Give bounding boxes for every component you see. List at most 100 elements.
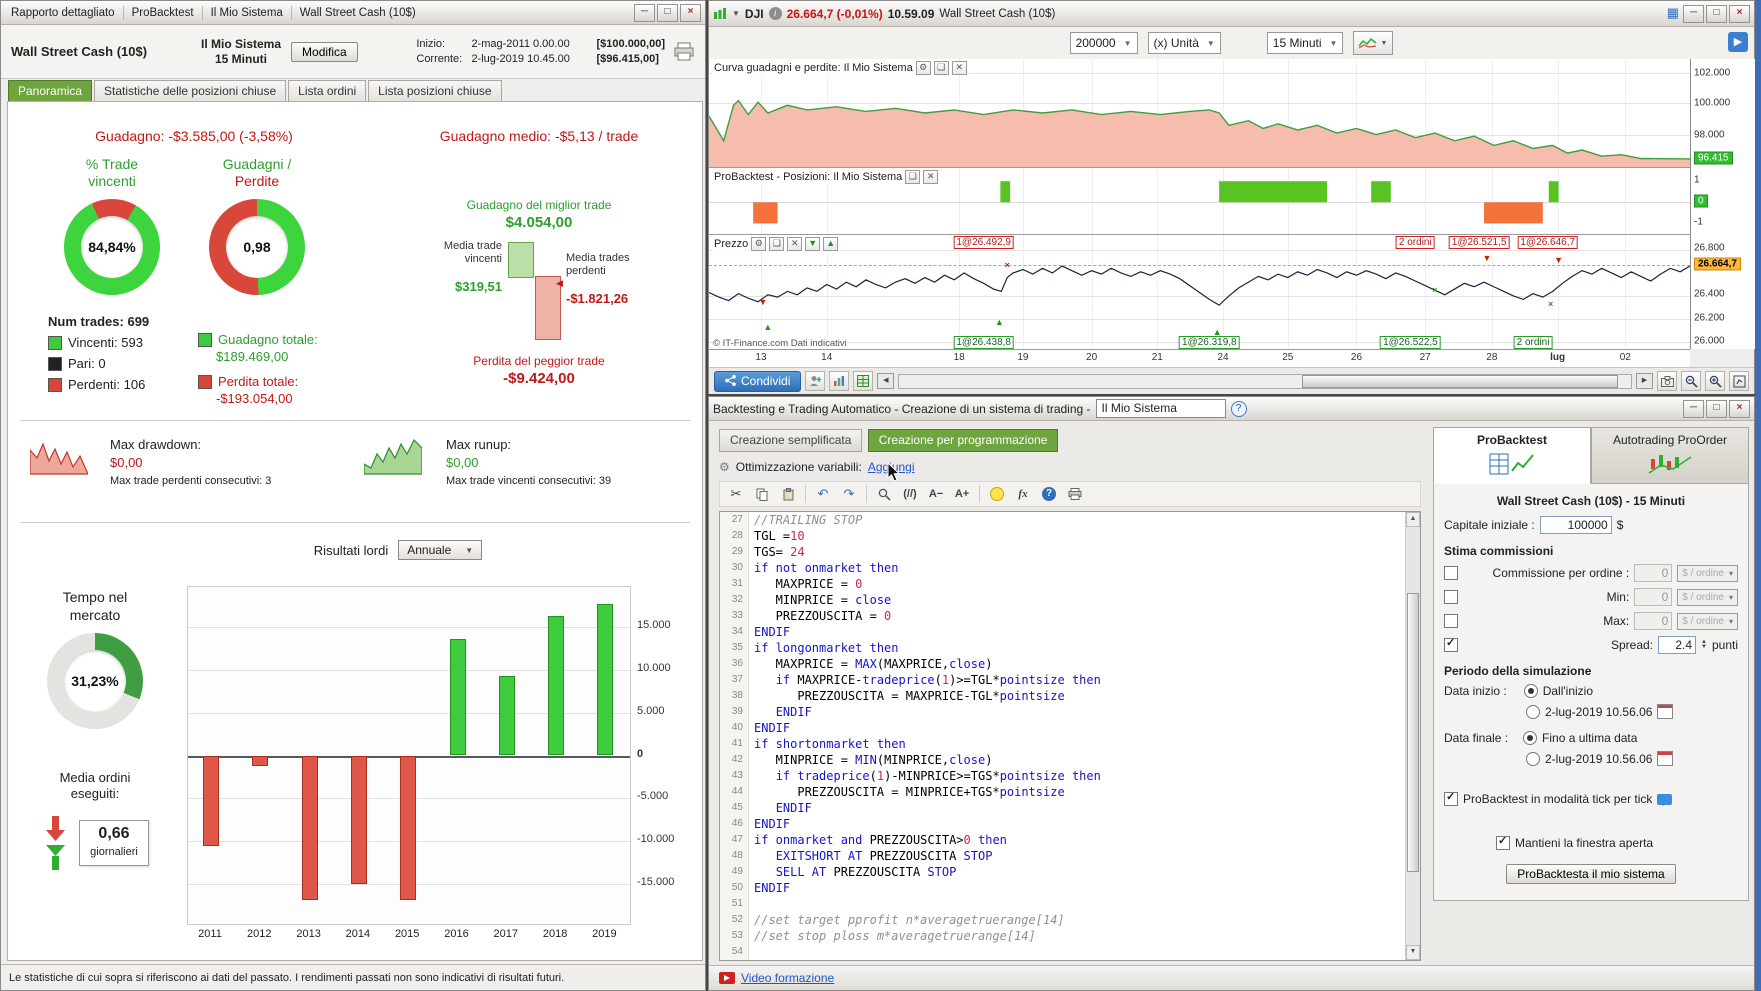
end-date-radio[interactable] — [1526, 751, 1540, 766]
start-date-radio[interactable] — [1526, 704, 1540, 719]
quantity-select[interactable]: 200000 ▼ — [1069, 32, 1138, 54]
commission-checkbox[interactable] — [1444, 614, 1458, 628]
commission-checkbox[interactable] — [1444, 590, 1458, 604]
calendar-icon[interactable] — [1657, 704, 1674, 719]
per-order-select[interactable]: $ / ordine — [1677, 564, 1738, 582]
info-icon[interactable]: i — [768, 7, 782, 20]
capital-input[interactable]: 100000 — [1539, 516, 1612, 534]
functions-icon[interactable]: fx — [1011, 483, 1035, 505]
tab-panoramica[interactable]: Panoramica — [8, 80, 93, 103]
zoom-fit-icon[interactable] — [1729, 371, 1749, 391]
alerts-icon[interactable]: ▶ — [1728, 32, 1748, 52]
scrollbar-thumb[interactable] — [1301, 374, 1619, 388]
paste-icon[interactable] — [776, 483, 800, 505]
workspace-grid-icon[interactable]: ▦ — [1667, 5, 1679, 23]
run-backtest-button[interactable]: ProBacktesta il mio sistema — [1506, 864, 1676, 884]
equity-curve-panel[interactable]: Curva guadagni e perdite: Il Mio Sistema… — [709, 59, 1690, 168]
cut-icon[interactable]: ✂ — [724, 483, 748, 505]
scroll-down-button[interactable]: ▼ — [1406, 945, 1420, 960]
code-line[interactable]: 49 SELL AT PREZZOUSCITA STOP — [720, 864, 1406, 880]
code-line[interactable]: 32 MINPRICE = close — [720, 592, 1406, 608]
calendar-icon[interactable] — [1657, 751, 1674, 766]
buy-order-icon[interactable]: ▼ — [805, 237, 821, 251]
spread-checkbox[interactable] — [1444, 636, 1458, 652]
font-larger-icon[interactable]: A+ — [950, 483, 974, 505]
tick-mode-checkbox[interactable] — [1444, 790, 1458, 806]
sell-order-icon[interactable]: ▲ — [823, 237, 839, 251]
indicator-icon[interactable] — [829, 371, 850, 391]
panel-window-icon[interactable]: ❑ — [933, 61, 949, 75]
code-line[interactable]: 47 if onmarket and PREZZOUSCITA>0 then — [720, 832, 1406, 848]
titlebar-item[interactable]: Rapporto dettagliato — [5, 5, 121, 21]
panel-window-icon[interactable]: ❑ — [769, 237, 785, 251]
minimize-button[interactable]: ─ — [1683, 399, 1704, 418]
code-line[interactable]: 28 TGL =10 — [720, 528, 1406, 544]
spread-input[interactable]: 2.4 — [1658, 636, 1697, 654]
search-icon[interactable] — [872, 483, 896, 505]
tab-simple-creation[interactable]: Creazione semplificata — [719, 429, 863, 452]
maximize-button[interactable]: □ — [1706, 399, 1727, 418]
positions-panel[interactable]: ProBacktest - Posizioni: Il Mio Sistema … — [709, 168, 1690, 235]
scrollbar-thumb[interactable] — [1407, 592, 1419, 873]
undo-icon[interactable]: ↶ — [811, 483, 835, 505]
titlebar-item[interactable]: Il Mio Sistema — [205, 5, 289, 21]
keep-open-checkbox[interactable] — [1496, 834, 1510, 850]
chart-scrollbar[interactable] — [898, 373, 1632, 389]
close-button[interactable]: × — [1729, 4, 1750, 23]
modify-button[interactable]: Modifica — [291, 41, 358, 62]
tick-tooltip-icon[interactable] — [1657, 793, 1673, 806]
print-code-icon[interactable] — [1063, 483, 1087, 505]
panel-close-icon[interactable]: ✕ — [923, 170, 939, 184]
code-line[interactable]: 33 PREZZOUSCITA = 0 — [720, 608, 1406, 624]
variables-icon[interactable]: ⚙ — [719, 460, 730, 474]
code-line[interactable]: 34 ENDIF — [720, 624, 1406, 640]
code-line[interactable]: 40 ENDIF — [720, 720, 1406, 736]
tab-lista-ordini[interactable]: Lista ordini — [288, 80, 367, 103]
snapshot-icon[interactable] — [1657, 371, 1677, 391]
table-icon[interactable] — [853, 371, 874, 391]
scroll-up-button[interactable]: ▲ — [1406, 512, 1420, 527]
scroll-right-button[interactable]: ▶ — [1636, 373, 1653, 389]
code-line[interactable]: 43 if tradeprice(1)-MINPRICE>=TGS*points… — [720, 768, 1406, 784]
code-line[interactable]: 29 TGS= 24 — [720, 544, 1406, 560]
panel-close-icon[interactable]: ✕ — [787, 237, 803, 251]
code-line[interactable]: 42 MINPRICE = MIN(MINPRICE,close) — [720, 752, 1406, 768]
editor-scrollbar[interactable]: ▲ ▼ — [1405, 512, 1420, 960]
help-icon[interactable]: ? — [1230, 400, 1247, 417]
spread-stepper[interactable]: ▲ ▼ — [1701, 639, 1707, 650]
symbol-dropdown-icon[interactable]: ▼ — [732, 9, 740, 18]
code-line[interactable]: 54 — [720, 944, 1406, 960]
close-button[interactable]: × — [1729, 399, 1750, 418]
copy-icon[interactable] — [750, 483, 774, 505]
panel-settings-icon[interactable]: ⚙ — [751, 237, 767, 251]
redo-icon[interactable]: ↷ — [837, 483, 861, 505]
video-training-link[interactable]: Video formazione — [741, 971, 834, 985]
code-line[interactable]: 53 //set stop ploss m*averagetruerange[14… — [720, 928, 1406, 944]
code-editor[interactable]: 27 //TRAILING STOP 28 TGL =10 29 TGS= 24 30 if … — [719, 511, 1421, 961]
minimize-button[interactable]: ─ — [634, 3, 655, 22]
code-line[interactable]: 30 if not onmarket then — [720, 560, 1406, 576]
panel-settings-icon[interactable]: ⚙ — [915, 61, 931, 75]
symbol-name[interactable]: DJI — [745, 7, 764, 21]
start-from-beginning-radio[interactable] — [1523, 684, 1538, 698]
comment-icon[interactable]: (//) — [898, 483, 922, 505]
tab-statistiche-delle-posizioni-chiuse[interactable]: Statistiche delle posizioni chiuse — [94, 80, 287, 103]
system-name-input[interactable]: Il Mio Sistema — [1095, 399, 1226, 418]
period-select[interactable]: Annuale ▼ — [398, 540, 483, 560]
code-line[interactable]: 27 //TRAILING STOP — [720, 512, 1406, 528]
timeframe-select[interactable]: 15 Minuti ▼ — [1266, 32, 1344, 54]
tab-lista-posizioni-chiuse[interactable]: Lista posizioni chiuse — [368, 80, 502, 103]
code-line[interactable]: 31 MAXPRICE = 0 — [720, 576, 1406, 592]
code-line[interactable]: 51 — [720, 896, 1406, 912]
maximize-button[interactable]: □ — [1706, 4, 1727, 23]
commission-input[interactable]: 0 — [1634, 564, 1673, 582]
code-line[interactable]: 46 ENDIF — [720, 816, 1406, 832]
add-user-icon[interactable] — [805, 371, 826, 391]
code-line[interactable]: 50 ENDIF — [720, 880, 1406, 896]
chart-style-button[interactable]: ▼ — [1353, 31, 1394, 55]
close-button[interactable]: × — [680, 3, 701, 22]
code-line[interactable]: 38 PREZZOUSCITA = MAXPRICE-TGL*pointsize — [720, 688, 1406, 704]
zoom-out-icon[interactable] — [1681, 371, 1701, 391]
panel-window-icon[interactable]: ❑ — [905, 170, 921, 184]
tab-probacktest[interactable]: ProBacktest — [1433, 427, 1591, 484]
